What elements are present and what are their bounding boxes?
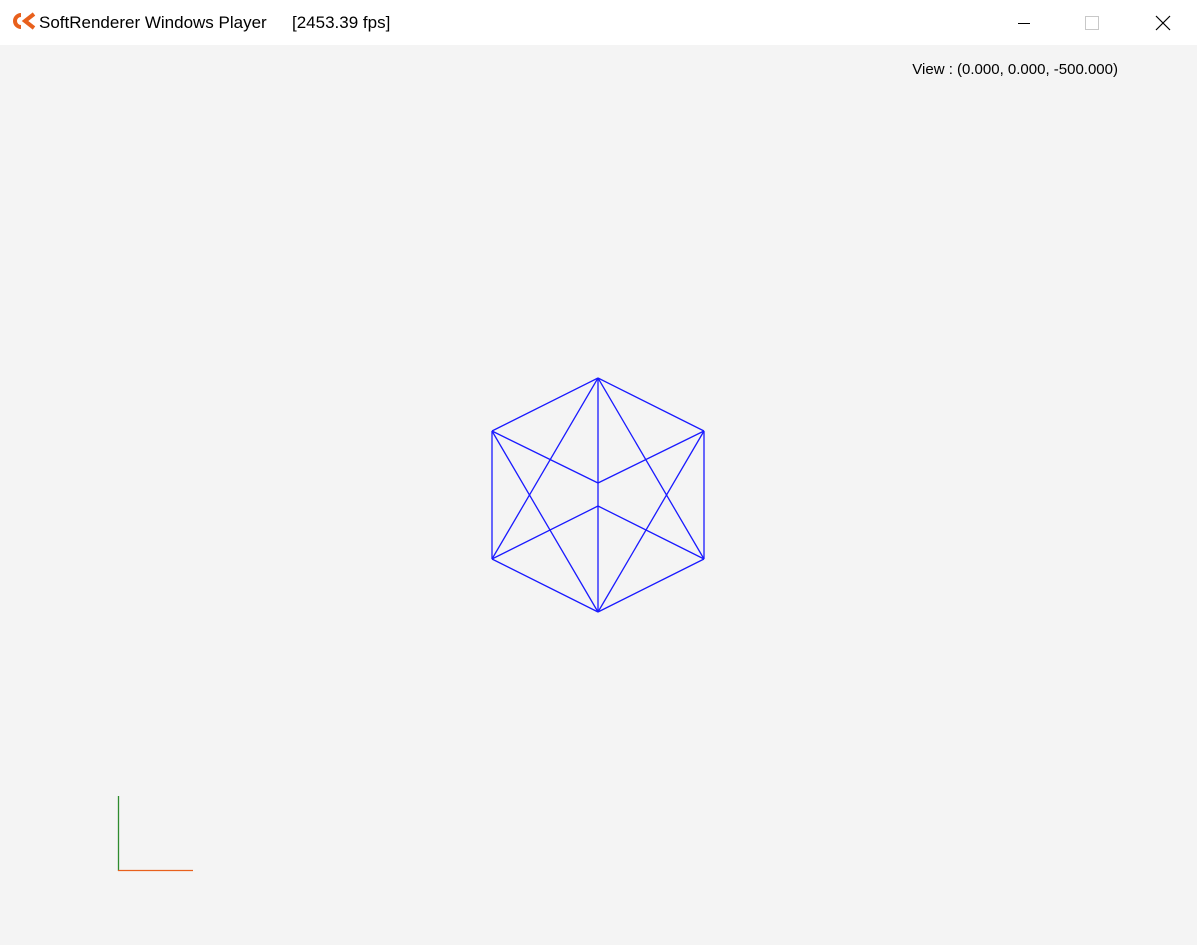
axes-gizmo — [117, 796, 193, 872]
close-icon — [1155, 15, 1171, 30]
minimize-button[interactable] — [1001, 0, 1047, 45]
maximize-button[interactable] — [1069, 0, 1115, 45]
app-window: SoftRenderer Windows Player [2453.39 fps… — [0, 0, 1197, 945]
cube-wireframe — [491, 377, 705, 613]
window-title: SoftRenderer Windows Player — [39, 13, 267, 32]
close-button[interactable] — [1140, 0, 1186, 45]
scene-canvas — [117, 377, 705, 872]
ck-logo-icon — [13, 12, 36, 30]
render-viewport[interactable]: View : (0.000, 0.000, -500.000) — [0, 45, 1197, 945]
maximize-icon — [1085, 15, 1099, 30]
fps-counter: [2453.39 fps] — [292, 13, 391, 32]
minimize-icon — [1018, 22, 1030, 24]
title-bar[interactable]: SoftRenderer Windows Player [2453.39 fps… — [0, 0, 1197, 45]
